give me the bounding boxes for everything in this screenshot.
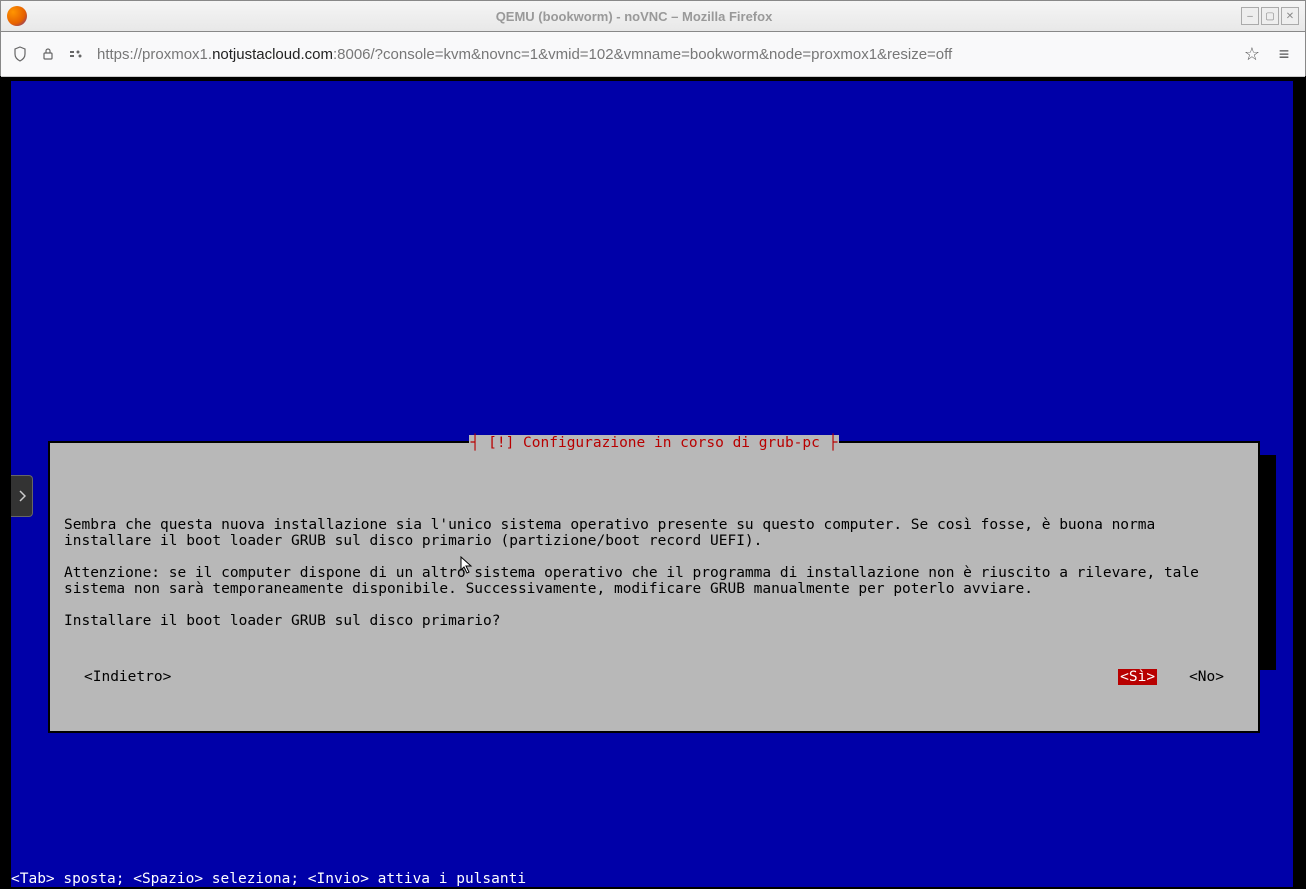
novnc-panel-handle[interactable] xyxy=(11,475,33,517)
window-title: QEMU (bookworm) - noVNC – Mozilla Firefo… xyxy=(27,9,1241,24)
dialog-para3: Installare il boot loader GRUB sul disco… xyxy=(64,613,501,629)
grub-config-dialog: ┤ [!] Configurazione in corso di grub-pc… xyxy=(48,441,1260,733)
permissions-icon[interactable] xyxy=(67,45,85,63)
keyboard-hint-bar: <Tab> sposta; <Spazio> seleziona; <Invio… xyxy=(11,871,1293,887)
mouse-cursor-icon xyxy=(460,556,474,574)
url-text[interactable]: https://proxmox1.notjustacloud.com:8006/… xyxy=(97,46,1229,63)
url-prefix: https://proxmox1. xyxy=(97,46,212,63)
window-close-button[interactable]: ✕ xyxy=(1281,7,1299,25)
window-titlebar: QEMU (bookworm) - noVNC – Mozilla Firefo… xyxy=(0,0,1306,32)
firefox-icon xyxy=(7,6,27,26)
window-controls: – ▢ ✕ xyxy=(1241,7,1299,25)
shield-icon[interactable] xyxy=(11,45,29,63)
address-bar[interactable]: https://proxmox1.notjustacloud.com:8006/… xyxy=(11,43,1263,65)
window-maximize-button[interactable]: ▢ xyxy=(1261,7,1279,25)
dialog-para2: Attenzione: se il computer dispone di un… xyxy=(64,565,1208,597)
vnc-container: ┤ [!] Configurazione in corso di grub-pc… xyxy=(1,76,1305,888)
url-host: notjustacloud.com xyxy=(212,46,333,63)
yes-button[interactable]: <Sì> xyxy=(1118,669,1157,685)
dialog-body: Sembra che questa nuova installazione si… xyxy=(56,497,1252,637)
hamburger-menu-icon[interactable]: ≡ xyxy=(1273,43,1295,65)
bookmark-star-icon[interactable]: ☆ xyxy=(1241,43,1263,65)
lock-icon[interactable] xyxy=(39,45,57,63)
url-suffix: :8006/?console=kvm&novnc=1&vmid=102&vmna… xyxy=(333,46,952,63)
window-minimize-button[interactable]: – xyxy=(1241,7,1259,25)
dialog-para1: Sembra che questa nuova installazione si… xyxy=(64,517,1164,549)
back-button[interactable]: <Indietro> xyxy=(84,669,171,685)
browser-toolbar: https://proxmox1.notjustacloud.com:8006/… xyxy=(0,32,1306,76)
no-button[interactable]: <No> xyxy=(1189,669,1224,685)
dialog-title: ┤ [!] Configurazione in corso di grub-pc… xyxy=(56,435,1252,451)
